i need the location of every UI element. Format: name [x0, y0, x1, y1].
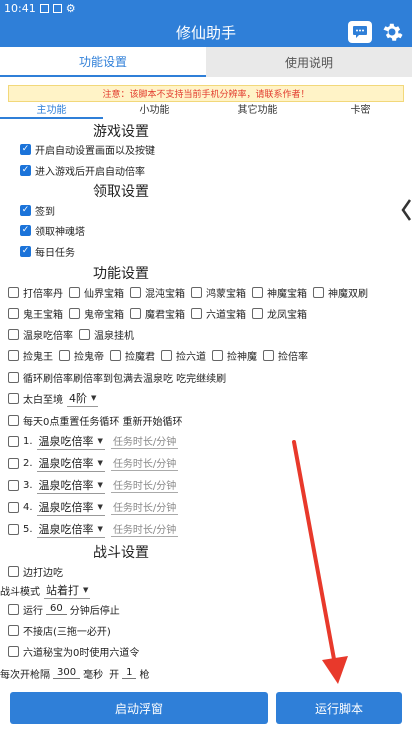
func-item[interactable]: 鬼王宝箱 — [8, 306, 63, 321]
checkbox-checked[interactable]: ✓ — [20, 204, 31, 216]
subtab-small[interactable]: 小功能 — [103, 103, 206, 119]
setting-auto-screen[interactable]: ✓ 开启自动设置画面以及按键 — [20, 140, 155, 158]
checkbox-checked[interactable]: ✓ — [20, 143, 31, 155]
setting-daily-task[interactable]: ✓ 每日任务 — [20, 242, 75, 260]
chevron-down-icon: ▼ — [91, 393, 97, 402]
settings-status-icon: ⚙ — [65, 2, 76, 15]
task-duration-input[interactable]: 任务时长/分钟 — [110, 477, 179, 493]
subtab-card-key[interactable]: 卡密 — [309, 103, 412, 119]
gear-icon[interactable] — [380, 20, 404, 44]
subtab-other[interactable]: 其它功能 — [206, 103, 309, 119]
chevron-down-icon: ▼ — [97, 436, 103, 445]
chevron-down-icon: ▼ — [97, 480, 103, 489]
setting-no-team[interactable]: 不接店(三拖一必开) — [8, 621, 111, 639]
chevron-down-icon: ▼ — [97, 458, 103, 467]
func-item[interactable]: 龙凤宝箱 — [252, 306, 307, 321]
func-item[interactable]: 打倍率丹 — [8, 285, 63, 300]
func-item[interactable]: 温泉挂机 — [79, 327, 134, 342]
setting-liudao-token[interactable]: 六道秘宝为0时使用六道令 — [8, 642, 139, 660]
resolution-notice: 注意：该脚本不支持当前手机分辨率，请联系作者！ — [8, 85, 404, 102]
checkbox-checked[interactable]: ✓ — [20, 164, 31, 176]
setting-fight-eat[interactable]: 边打边吃 — [8, 562, 63, 580]
func-item[interactable]: 鸿蒙宝箱 — [191, 285, 246, 300]
func-item[interactable]: 捡倍率 — [263, 348, 308, 363]
run-minutes-input[interactable]: 60 — [46, 603, 67, 615]
battle-mode-select[interactable]: 站着打 ▼ — [44, 582, 91, 599]
interval-input[interactable]: 300 — [53, 667, 81, 679]
task-select[interactable]: 温泉吃倍率 ▼ — [36, 477, 105, 494]
tab-function-settings[interactable]: 功能设置 — [0, 47, 206, 77]
spring-task-4[interactable]: 4. 温泉吃倍率 ▼ 任务时长/分钟 — [8, 498, 179, 516]
func-item[interactable]: 混沌宝箱 — [130, 285, 185, 300]
tab-instructions[interactable]: 使用说明 — [206, 47, 412, 77]
section-battle-settings: 战斗设置 — [93, 545, 149, 561]
run-script-button[interactable]: 运行脚本 — [276, 692, 402, 724]
func-item[interactable]: 捡神魔 — [212, 348, 257, 363]
task-duration-input[interactable]: 任务时长/分钟 — [110, 433, 179, 449]
checkbox-checked[interactable]: ✓ — [20, 245, 31, 257]
task-duration-input[interactable]: 任务时长/分钟 — [110, 499, 179, 515]
setting-sign-in[interactable]: ✓ 签到 — [20, 201, 55, 219]
app-bar: 修仙助手 — [0, 17, 412, 47]
setting-auto-rate[interactable]: ✓ 进入游戏后开启自动倍率 — [20, 161, 145, 179]
section-collect-settings: 领取设置 — [93, 184, 149, 200]
section-game-settings: 游戏设置 — [93, 124, 149, 140]
app-title: 修仙助手 — [175, 23, 236, 42]
settings-content[interactable]: 游戏设置 ✓ 开启自动设置画面以及按键 ✓ 进入游戏后开启自动倍率 领取设置 ✓… — [0, 120, 392, 682]
taibai-level-select[interactable]: 4阶 ▼ — [67, 390, 99, 407]
func-row-3: 温泉吃倍率 温泉挂机 — [8, 325, 140, 343]
func-item[interactable]: 捡魔君 — [110, 348, 155, 363]
func-item[interactable]: 温泉吃倍率 — [8, 327, 73, 342]
func-item[interactable]: 神魔宝箱 — [252, 285, 307, 300]
func-item[interactable]: 魔君宝箱 — [130, 306, 185, 321]
func-row-2: 鬼王宝箱 鬼帝宝箱 魔君宝箱 六道宝箱 龙凤宝箱 — [8, 304, 313, 322]
setting-run-duration[interactable]: 运行 60 分钟后停止 — [8, 600, 120, 618]
func-item[interactable]: 鬼帝宝箱 — [69, 306, 124, 321]
close-icon[interactable] — [400, 198, 412, 222]
main-tabs: 功能设置 使用说明 — [0, 47, 412, 77]
setting-soul-tower[interactable]: ✓ 领取神魂塔 — [20, 221, 85, 239]
func-row-1: 打倍率丹 仙界宝箱 混沌宝箱 鸿蒙宝箱 神魔宝箱 神魔双刷 — [8, 283, 374, 301]
spring-task-2[interactable]: 2. 温泉吃倍率 ▼ 任务时长/分钟 — [8, 454, 179, 472]
setting-battle-mode: 战斗模式 站着打 ▼ — [0, 582, 91, 599]
shots-input[interactable]: 1 — [122, 667, 137, 679]
spring-task-3[interactable]: 3. 温泉吃倍率 ▼ 任务时长/分钟 — [8, 476, 179, 494]
setting-shot-interval: 每次开枪隔 300 毫秒 开 1 枪 — [0, 667, 150, 681]
func-item[interactable]: 捡鬼帝 — [59, 348, 104, 363]
start-float-button[interactable]: 启动浮窗 — [10, 692, 268, 724]
chevron-down-icon: ▼ — [97, 502, 103, 511]
sub-tabs: 主功能 小功能 其它功能 卡密 — [0, 103, 412, 119]
func-item[interactable]: 神魔双刷 — [313, 285, 368, 300]
notification-icon — [39, 4, 49, 13]
chevron-down-icon: ▼ — [83, 585, 89, 594]
subtab-main[interactable]: 主功能 — [0, 103, 103, 119]
chevron-down-icon: ▼ — [97, 524, 103, 533]
func-item[interactable]: 仙界宝箱 — [69, 285, 124, 300]
status-bar: 10:41 ⚙ — [0, 0, 412, 17]
task-duration-input[interactable]: 任务时长/分钟 — [110, 521, 179, 537]
func-row-4: 捡鬼王 捡鬼帝 捡魔君 捡六道 捡神魔 捡倍率 — [8, 346, 314, 364]
setting-taibai[interactable]: 太白至境 4阶 ▼ — [8, 389, 99, 407]
task-select[interactable]: 温泉吃倍率 ▼ — [36, 521, 105, 538]
chat-icon[interactable] — [348, 21, 372, 43]
task-duration-input[interactable]: 任务时长/分钟 — [110, 455, 179, 471]
checkbox-checked[interactable]: ✓ — [20, 224, 31, 236]
spring-task-1[interactable]: 1. 温泉吃倍率 ▼ 任务时长/分钟 — [8, 432, 179, 450]
func-item[interactable]: 六道宝箱 — [191, 306, 246, 321]
spring-task-5[interactable]: 5. 温泉吃倍率 ▼ 任务时长/分钟 — [8, 520, 179, 538]
func-item[interactable]: 捡鬼王 — [8, 348, 53, 363]
func-cycle-rate[interactable]: 循环刷倍率刷倍率到包满去温泉吃 吃完继续刷 — [8, 368, 226, 386]
task-select[interactable]: 温泉吃倍率 ▼ — [36, 499, 105, 516]
status-time: 10:41 — [4, 2, 36, 15]
setting-daily-reset[interactable]: 每天0点重置任务循环 重新开始循环 — [8, 411, 183, 429]
func-item[interactable]: 捡六道 — [161, 348, 206, 363]
section-function-settings: 功能设置 — [93, 266, 149, 282]
notification-icon-2 — [52, 4, 62, 13]
task-select[interactable]: 温泉吃倍率 ▼ — [36, 433, 105, 450]
task-select[interactable]: 温泉吃倍率 ▼ — [36, 455, 105, 472]
